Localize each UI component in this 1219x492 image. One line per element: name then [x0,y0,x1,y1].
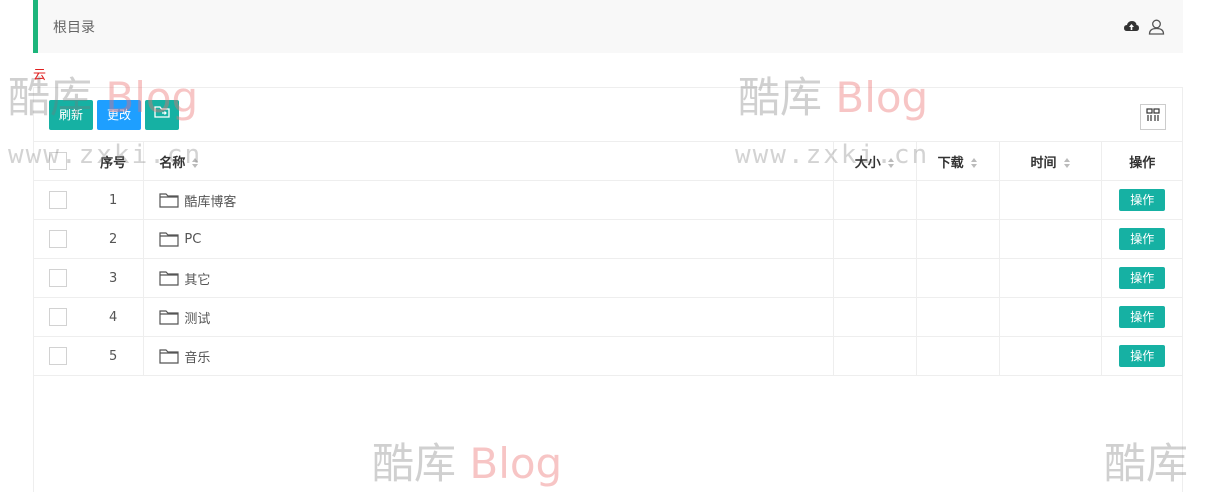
user-icon[interactable] [1148,18,1165,35]
breadcrumb-bar: 根目录 [33,0,1183,53]
header-op: 操作 [1101,141,1182,181]
row-time [999,180,1103,220]
folder-icon [159,349,179,364]
row-time [999,336,1103,376]
row-name[interactable]: 酷库博客 [184,191,236,210]
folder-move-icon [154,100,170,130]
row-op-button[interactable]: 操作 [1119,267,1166,289]
header-download[interactable]: 下载 [916,141,1000,181]
row-time [999,258,1103,298]
row-size [833,297,917,337]
row-name[interactable]: 音乐 [184,347,210,366]
header-no: 序号 [82,141,145,181]
folder-icon [159,271,179,286]
row-size [833,258,917,298]
header-size-label: 大小 [854,155,881,171]
row-no: 1 [82,180,145,220]
row-download [916,336,1000,376]
row-check-cell [34,258,83,298]
header-name-label: 名称 [159,155,186,171]
row-no: 2 [82,219,145,259]
row-size [833,219,917,259]
row-name-cell[interactable]: PC [143,219,834,259]
table-row: 4 测试 操作 [34,297,1182,337]
folder-icon [159,310,179,325]
folder-icon [159,232,179,247]
row-op-cell: 操作 [1101,219,1182,259]
table-header-row: 序号 名称 大小 下载 时间 操作 [34,141,1182,181]
select-all-checkbox[interactable] [49,152,68,170]
row-op-cell: 操作 [1101,297,1182,337]
row-checkbox[interactable] [49,230,68,248]
row-checkbox[interactable] [49,308,68,326]
row-check-cell [34,297,83,337]
row-name-cell[interactable]: 测试 [143,297,834,337]
file-list-panel: 刷新 更改 序号 名称 大小 下载 时间 操作 1 酷库博客 操作 2 PC 操… [33,87,1183,492]
row-name-cell[interactable]: 酷库博客 [143,180,834,220]
table-row: 1 酷库博客 操作 [34,180,1182,220]
row-op-cell: 操作 [1101,180,1182,220]
red-label: 云 [33,68,47,83]
file-table: 序号 名称 大小 下载 时间 操作 1 酷库博客 操作 2 PC 操作 3 其它… [34,141,1182,376]
header-name[interactable]: 名称 [143,141,834,181]
cloud-upload-icon[interactable] [1123,18,1140,35]
row-check-cell [34,219,83,259]
header-size[interactable]: 大小 [833,141,917,181]
row-no: 5 [82,336,145,376]
select-all-cell [34,141,83,181]
toolbar: 刷新 更改 [49,100,180,130]
header-download-label: 下载 [937,155,964,171]
header-time[interactable]: 时间 [999,141,1103,181]
row-download [916,219,1000,259]
row-checkbox[interactable] [49,191,68,209]
row-size [833,336,917,376]
table-row: 3 其它 操作 [34,258,1182,298]
row-op-button[interactable]: 操作 [1119,189,1166,211]
row-check-cell [34,336,83,376]
sort-icon[interactable] [970,157,978,169]
row-op-cell: 操作 [1101,258,1182,298]
row-time [999,297,1103,337]
row-no: 3 [82,258,145,298]
row-op-cell: 操作 [1101,336,1182,376]
table-row: 2 PC 操作 [34,219,1182,259]
row-op-button[interactable]: 操作 [1119,306,1166,328]
row-name[interactable]: 其它 [184,269,210,288]
row-no: 4 [82,297,145,337]
columns-icon [1145,107,1161,127]
table-row: 5 音乐 操作 [34,336,1182,376]
row-download [916,180,1000,220]
row-name-cell[interactable]: 其它 [143,258,834,298]
row-name[interactable]: 测试 [184,308,210,327]
row-name[interactable]: PC [184,232,201,247]
row-checkbox[interactable] [49,269,68,287]
sort-icon[interactable] [191,157,199,169]
change-button[interactable]: 更改 [97,100,142,130]
header-time-label: 时间 [1030,155,1057,171]
row-size [833,180,917,220]
row-checkbox[interactable] [49,347,68,365]
row-download [916,297,1000,337]
row-name-cell[interactable]: 音乐 [143,336,834,376]
move-folder-button[interactable] [145,100,180,130]
row-time [999,219,1103,259]
row-download [916,258,1000,298]
refresh-button[interactable]: 刷新 [49,100,94,130]
row-op-button[interactable]: 操作 [1119,228,1166,250]
row-check-cell [34,180,83,220]
row-op-button[interactable]: 操作 [1119,345,1166,367]
sort-icon[interactable] [887,157,895,169]
folder-icon [159,193,179,208]
column-filter-button[interactable] [1140,104,1166,130]
topbar-icons [1123,18,1165,35]
breadcrumb-root[interactable]: 根目录 [53,17,95,37]
sort-icon[interactable] [1063,157,1071,169]
